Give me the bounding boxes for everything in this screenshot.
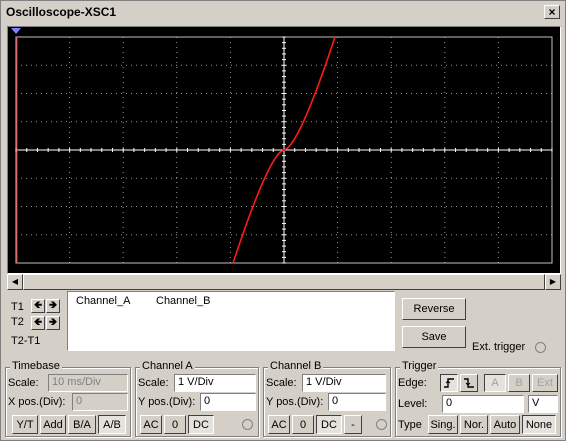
channel-b-radio[interactable] bbox=[376, 419, 387, 430]
mode-ab-button[interactable]: A/B bbox=[98, 415, 126, 434]
scroll-left-arrow-icon[interactable]: ◀ bbox=[7, 274, 23, 290]
trigger-source-b-button[interactable]: B bbox=[508, 374, 530, 392]
trigger-type-none-button[interactable]: None bbox=[522, 415, 556, 434]
trigger-marker-icon bbox=[11, 28, 21, 34]
timebase-xpos-label: X pos.(Div): bbox=[8, 396, 66, 408]
timebase-group: Timebase Scale: 10 ms/Div X pos.(Div): 0… bbox=[5, 360, 131, 437]
trigger-group: Trigger Edge: A B Ext Level: 0 V Type Si… bbox=[395, 360, 561, 437]
channel-a-dc-button[interactable]: DC bbox=[188, 415, 214, 434]
trigger-level-field[interactable]: 0 bbox=[442, 395, 524, 413]
mode-add-button[interactable]: Add bbox=[40, 415, 66, 434]
horizontal-scrollbar[interactable]: ◀ ▶ bbox=[7, 274, 561, 290]
trigger-source-a-button[interactable]: A bbox=[484, 374, 506, 392]
channel-b-ac-button[interactable]: AC bbox=[268, 415, 290, 434]
scope-display bbox=[7, 26, 561, 274]
channel-b-dc-button[interactable]: DC bbox=[316, 415, 342, 434]
channel-b-group: Channel B Scale: 1 V/Div Y pos.(Div): 0 … bbox=[263, 360, 391, 437]
cursor-readout-table: Channel_A Channel_B bbox=[67, 291, 395, 351]
readout-header-channel-a: Channel_A bbox=[76, 295, 131, 307]
falling-edge-icon[interactable] bbox=[460, 374, 478, 392]
t1-label: T1 bbox=[11, 301, 24, 313]
trigger-title: Trigger bbox=[400, 360, 439, 372]
t2-right-arrow-icon[interactable]: 🡺 bbox=[46, 316, 60, 330]
ext-trigger-radio[interactable] bbox=[535, 342, 546, 353]
channel-a-ac-button[interactable]: AC bbox=[140, 415, 162, 434]
oscilloscope-window: Oscilloscope-XSC1 × ◀ ▶ T1 🡸 🡺 T2 🡸 🡺 T2… bbox=[0, 0, 566, 441]
timebase-scale-field[interactable]: 10 ms/Div bbox=[48, 374, 128, 392]
channel-b-title: Channel B bbox=[268, 360, 324, 372]
mode-ba-button[interactable]: B/A bbox=[68, 415, 96, 434]
timebase-title: Timebase bbox=[10, 360, 62, 372]
cursor-controls: T1 🡸 🡺 T2 🡸 🡺 T2-T1 bbox=[7, 293, 65, 351]
close-button[interactable]: × bbox=[544, 5, 560, 19]
channel-a-ypos-field[interactable]: 0 bbox=[200, 393, 256, 411]
trigger-type-label: Type bbox=[398, 419, 422, 431]
timebase-xpos-field[interactable]: 0 bbox=[72, 393, 128, 411]
trigger-edge-label: Edge: bbox=[398, 377, 427, 389]
trigger-type-normal-button[interactable]: Nor. bbox=[460, 415, 488, 434]
channel-a-title: Channel A bbox=[140, 360, 195, 372]
timebase-scale-label: Scale: bbox=[8, 377, 39, 389]
channel-b-zero-button[interactable]: 0 bbox=[292, 415, 314, 434]
channel-a-radio[interactable] bbox=[242, 419, 253, 430]
channel-b-ypos-field[interactable]: 0 bbox=[328, 393, 386, 411]
save-button[interactable]: Save bbox=[402, 326, 466, 348]
t1-left-arrow-icon[interactable]: 🡸 bbox=[31, 299, 45, 313]
trigger-source-ext-button[interactable]: Ext bbox=[532, 374, 558, 392]
window-title: Oscilloscope-XSC1 bbox=[6, 5, 117, 19]
trigger-level-unit[interactable]: V bbox=[528, 395, 558, 413]
channel-b-invert-button[interactable]: - bbox=[344, 415, 362, 434]
rising-edge-icon[interactable] bbox=[440, 374, 458, 392]
t1-right-arrow-icon[interactable]: 🡺 bbox=[46, 299, 60, 313]
trigger-type-single-button[interactable]: Sing. bbox=[428, 415, 458, 434]
scope-screen bbox=[11, 28, 553, 264]
scroll-right-arrow-icon[interactable]: ▶ bbox=[545, 274, 561, 290]
channel-b-scale-field[interactable]: 1 V/Div bbox=[302, 374, 386, 392]
channel-b-scale-label: Scale: bbox=[266, 377, 297, 389]
channel-a-ypos-label: Y pos.(Div): bbox=[138, 396, 196, 408]
t2-label: T2 bbox=[11, 316, 24, 328]
channel-a-scale-field[interactable]: 1 V/Div bbox=[174, 374, 256, 392]
trigger-type-auto-button[interactable]: Auto bbox=[490, 415, 520, 434]
channel-a-group: Channel A Scale: 1 V/Div Y pos.(Div): 0 … bbox=[135, 360, 259, 437]
t2-left-arrow-icon[interactable]: 🡸 bbox=[31, 316, 45, 330]
channel-b-ypos-label: Y pos.(Div): bbox=[266, 396, 324, 408]
title-bar[interactable]: Oscilloscope-XSC1 × bbox=[2, 2, 564, 24]
t2-t1-label: T2-T1 bbox=[11, 335, 41, 347]
ext-trigger-label: Ext. trigger bbox=[472, 341, 526, 353]
mode-yt-button[interactable]: Y/T bbox=[12, 415, 38, 434]
scrollbar-thumb[interactable] bbox=[23, 274, 545, 290]
channel-a-scale-label: Scale: bbox=[138, 377, 169, 389]
channel-a-zero-button[interactable]: 0 bbox=[164, 415, 186, 434]
trigger-level-label: Level: bbox=[398, 398, 428, 410]
readout-header-channel-b: Channel_B bbox=[156, 295, 211, 307]
reverse-button[interactable]: Reverse bbox=[402, 298, 466, 320]
